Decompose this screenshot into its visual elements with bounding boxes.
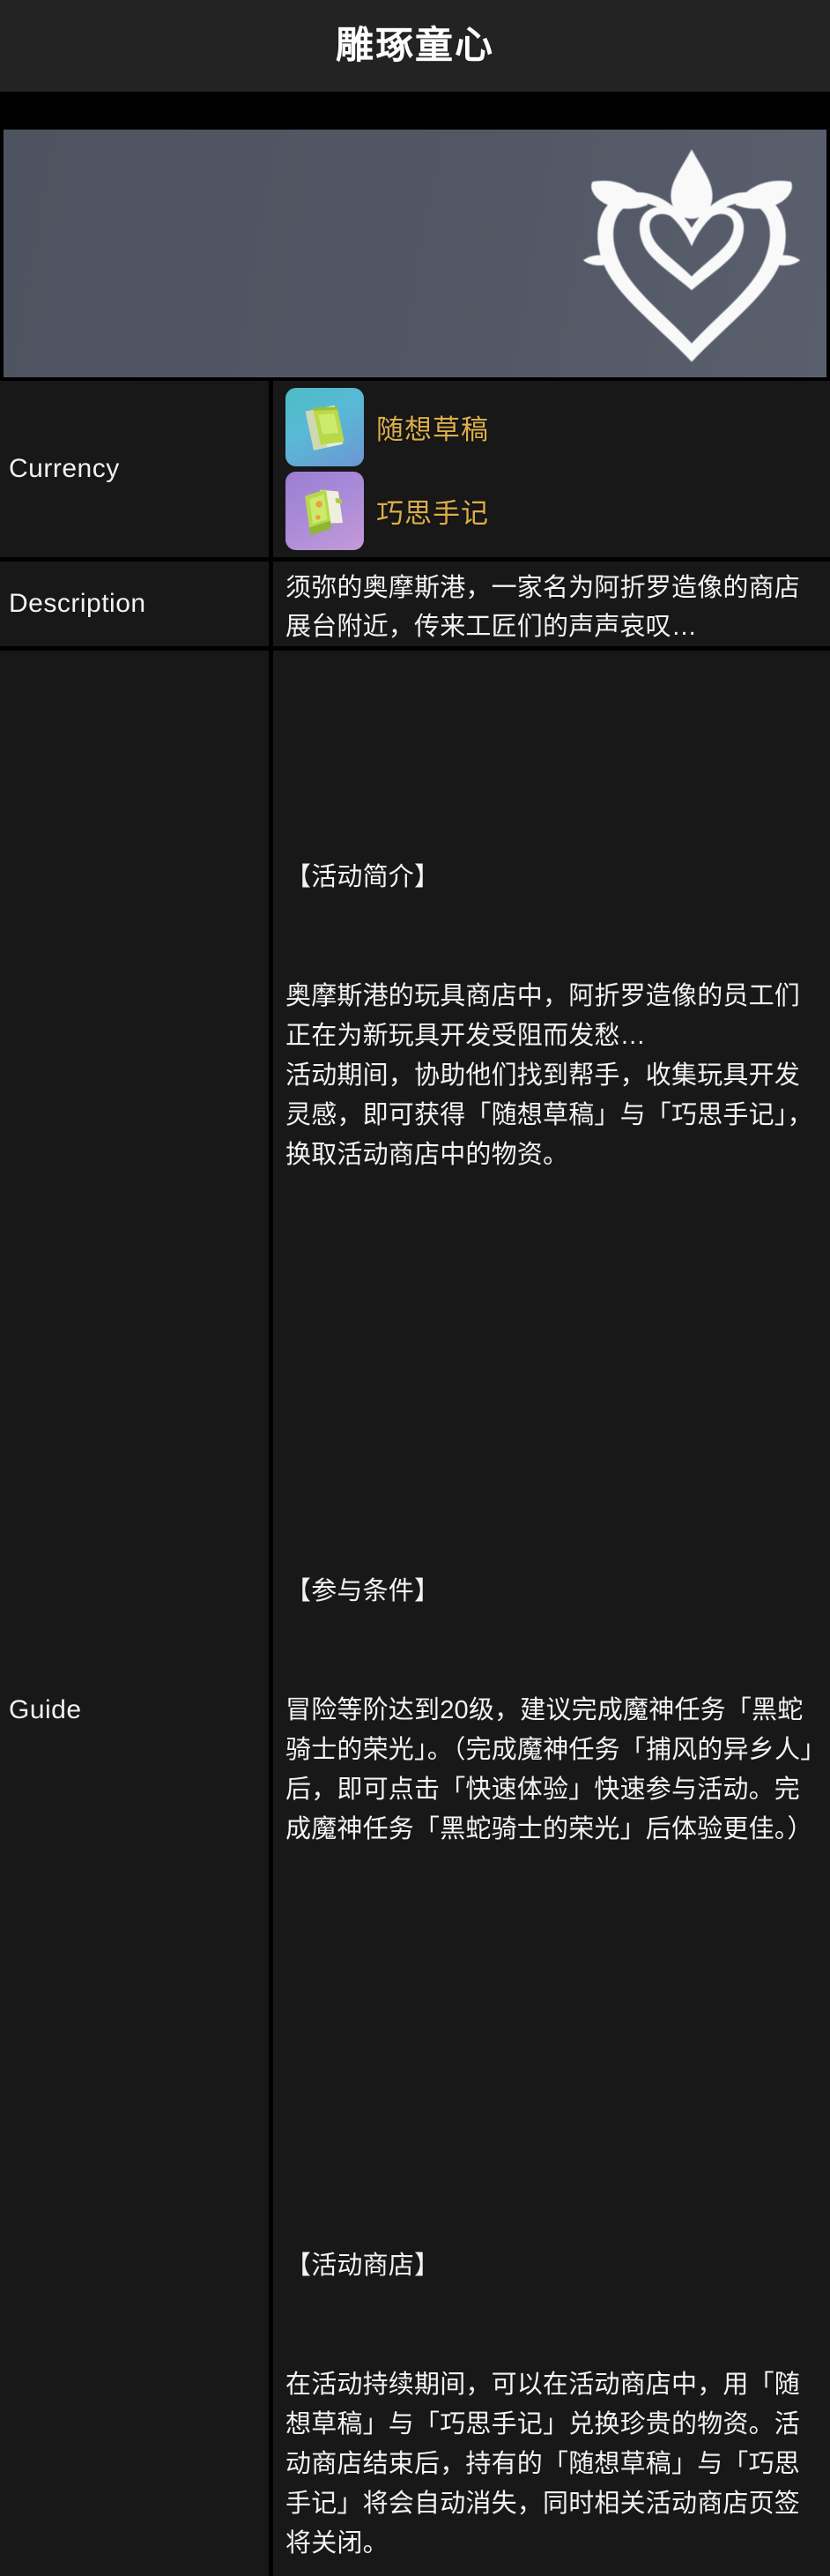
guide-section: 【活动简介】 奥摩斯港的玩具商店中，阿折罗造像的员工们正在为新玩具开发受阻而发愁… [285,778,819,1254]
row-label-description: Description [0,562,269,646]
guide-text: 【活动简介】 奥摩斯港的玩具商店中，阿折罗造像的员工们正在为新玩具开发受阻而发愁… [285,659,819,2576]
list-item[interactable]: 巧思手记 [285,472,819,550]
guide-section-body: 冒险等阶达到20级，建议完成魔神任务「黑蛇骑士的荣光」。（完成魔神任务「捕风的异… [285,1696,813,1843]
guide-section-heading: 【参与条件】 [285,1577,441,1605]
guide-section-heading: 【活动简介】 [285,863,441,891]
page-header: 雕琢童心 [0,0,830,92]
description-label-text: Description [9,589,146,618]
currency-label-text: Currency [9,454,120,483]
table-row-description: Description 须弥的奥摩斯港，一家名为阿折罗造像的商店展台附近，传来工… [0,562,830,646]
guide-section-spacer [285,2008,819,2048]
header-divider [0,92,830,130]
activity-banner [4,130,826,377]
guide-section-heading: 【活动商店】 [285,2252,441,2280]
ornate-heart-emblem-icon [582,149,801,362]
activity-detail-page: 雕琢童心 Currency 随想草稿 巧思手记 Description 须弥的奥… [0,0,830,2576]
currency-list: 随想草稿 巧思手记 [285,388,819,550]
list-item[interactable]: 随想草稿 [285,388,819,466]
currency-cell: 随想草稿 巧思手记 [273,381,830,557]
sketch-notebook-icon [285,388,364,466]
activity-info-table: Currency 随想草稿 巧思手记 Description 须弥的奥摩斯港，一… [0,381,830,2576]
guide-section-body: 奥摩斯港的玩具商店中，阿折罗造像的员工们正在为新玩具开发受阻而发愁… 活动期间，… [285,982,813,1169]
row-label-guide: Guide [0,651,269,2576]
idea-notebook-icon [285,472,364,550]
guide-section-body: 在活动持续期间，可以在活动商店中，用「随想草稿」与「巧思手记」兑换珍贵的物资。活… [285,2371,801,2557]
page-title: 雕琢童心 [336,23,494,68]
guide-label-text: Guide [9,1694,82,1724]
row-label-currency: Currency [0,381,269,557]
guide-cell: 【活动简介】 奥摩斯港的玩具商店中，阿折罗造像的员工们正在为新玩具开发受阻而发愁… [273,651,830,2576]
currency-name: 随想草稿 [376,414,489,445]
guide-section: 【活动商店】 在活动持续期间，可以在活动商店中，用「随想草稿」与「巧思手记」兑换… [285,2167,819,2576]
guide-section: 【参与条件】 冒险等阶达到20级，建议完成魔神任务「黑蛇骑士的荣光」。（完成魔神… [285,1493,819,1929]
description-text: 须弥的奥摩斯港，一家名为阿折罗造像的商店展台附近，传来工匠们的声声哀叹… [285,574,801,641]
guide-section-spacer [285,1334,819,1374]
table-row-guide: Guide 【活动简介】 奥摩斯港的玩具商店中，阿折罗造像的员工们正在为新玩具开… [0,651,830,2576]
table-row-currency: Currency 随想草稿 巧思手记 [0,381,830,557]
currency-name: 巧思手记 [376,498,489,529]
description-cell: 须弥的奥摩斯港，一家名为阿折罗造像的商店展台附近，传来工匠们的声声哀叹… [273,562,830,646]
